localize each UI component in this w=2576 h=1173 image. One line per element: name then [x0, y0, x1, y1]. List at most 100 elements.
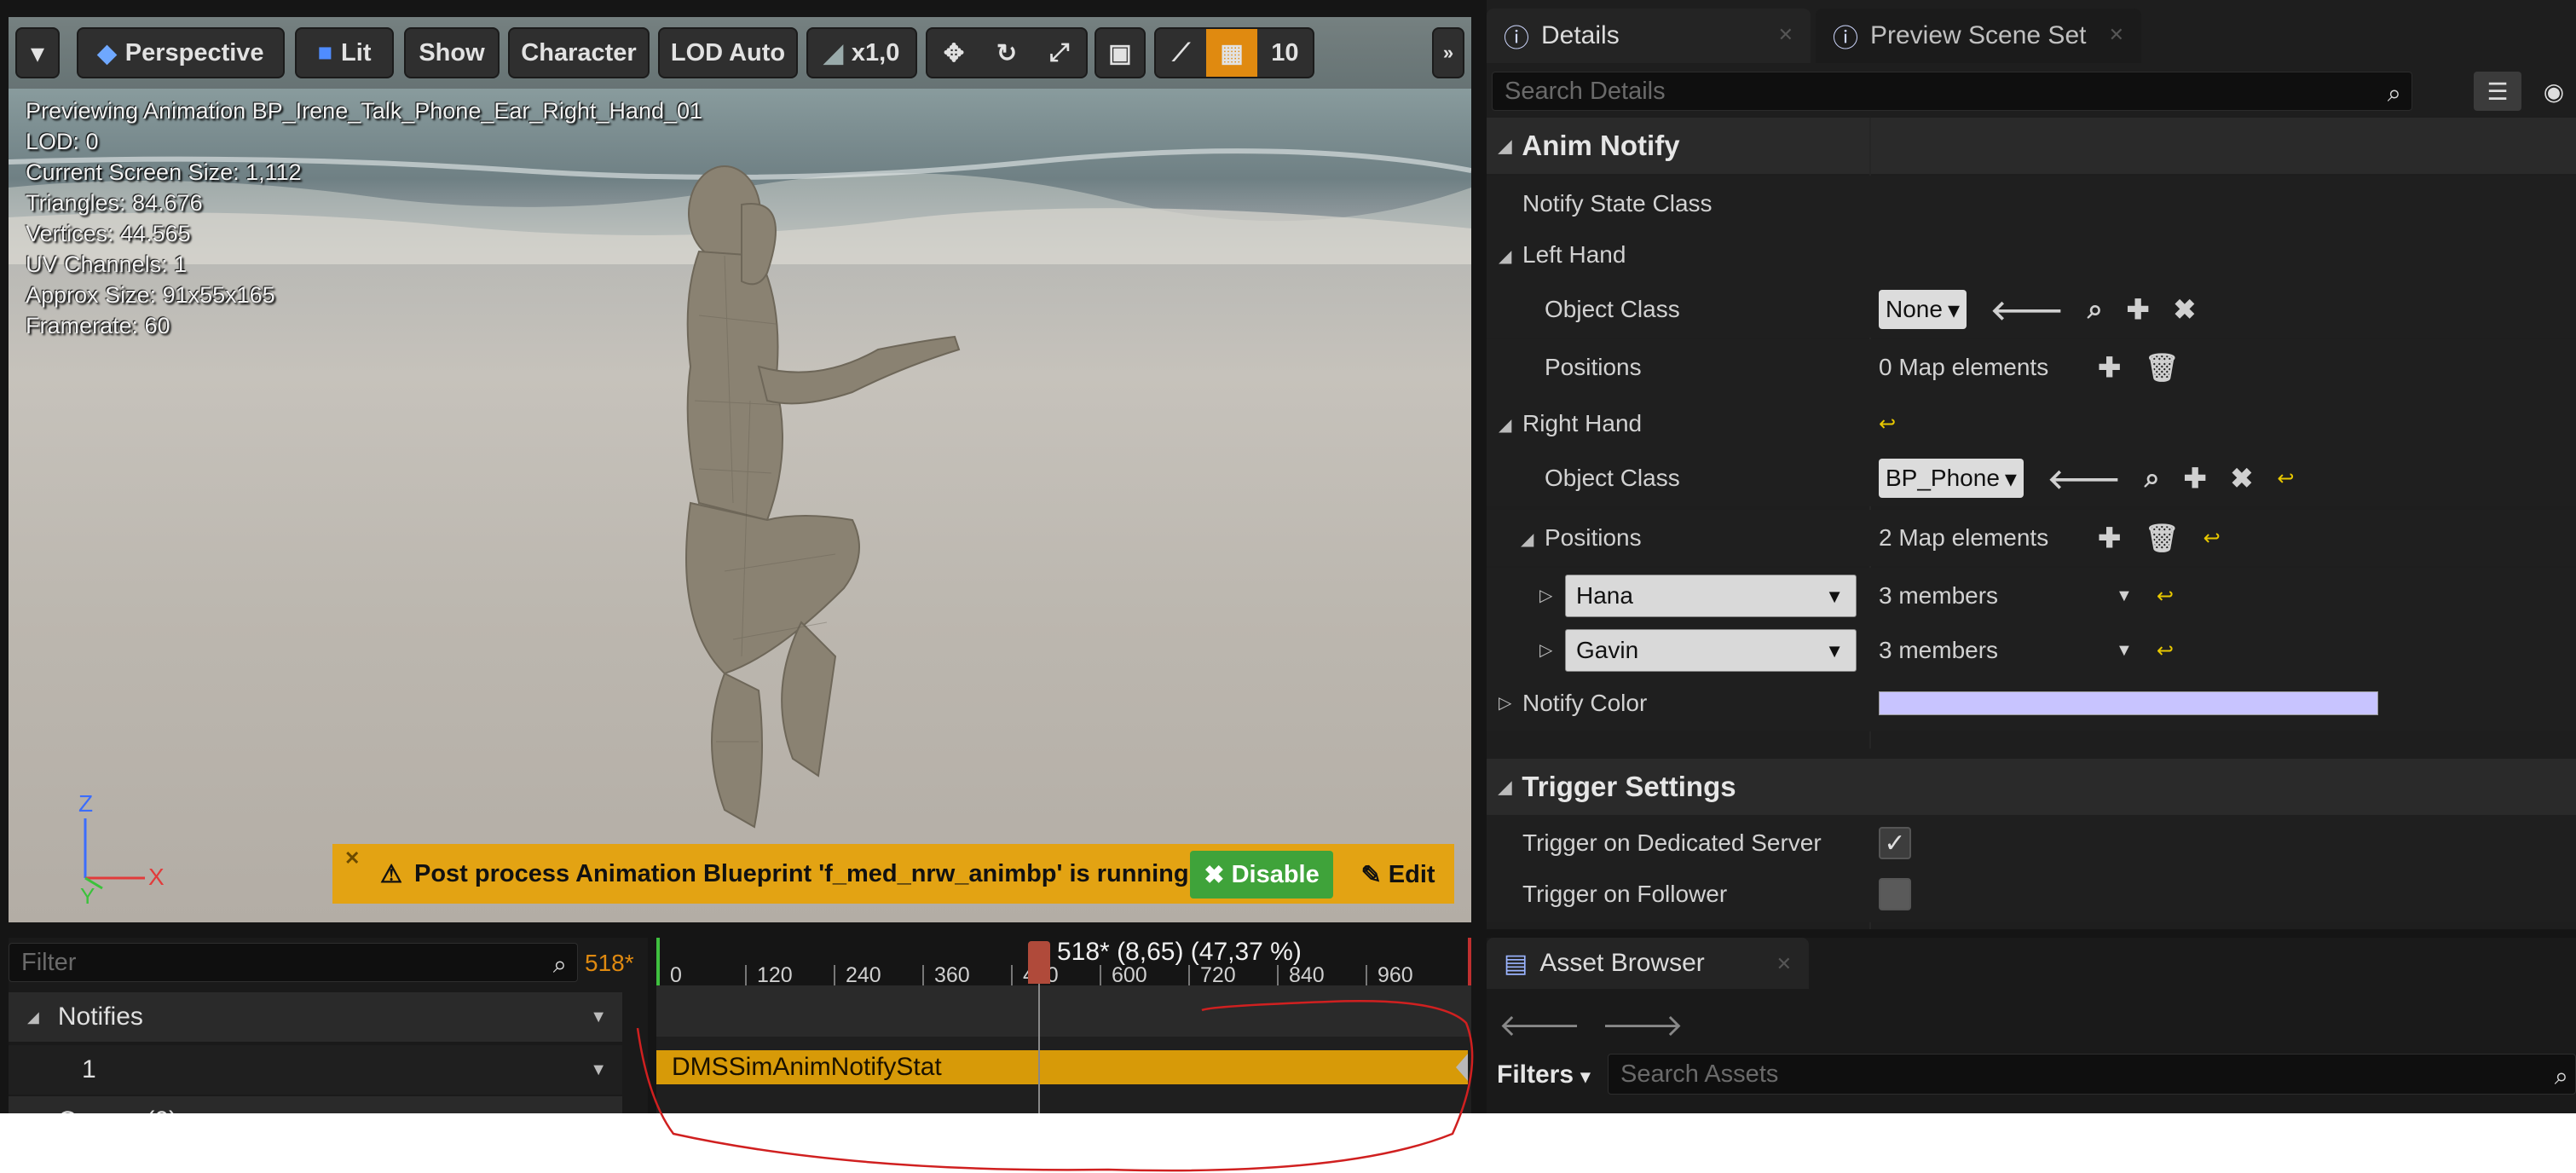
- reset-arrow-icon[interactable]: ↩: [1879, 412, 1896, 436]
- browse-icon[interactable]: ⌕: [2088, 293, 2103, 326]
- details-search-input[interactable]: Search Details ⌕: [1492, 72, 2412, 111]
- map-key-combo[interactable]: Hana ▼: [1565, 575, 1857, 617]
- add-icon[interactable]: ✚: [2098, 351, 2121, 384]
- timeline-ruler[interactable]: 0 120 240 360 480 600 720 840 960 518* (…: [656, 938, 1471, 987]
- animation-viewport[interactable]: ▾ ◆ Perspective ■ Lit Show Character LOD…: [9, 17, 1471, 922]
- arrow-left-icon[interactable]: 🡐: [1990, 293, 2064, 326]
- tab-preview-scene-set[interactable]: ⓘ Preview Scene Set ✕: [1816, 9, 2141, 63]
- trash-icon[interactable]: 🗑: [2145, 351, 2180, 384]
- notify-state-bar[interactable]: DMSSimAnimNotifyStat: [656, 1050, 1468, 1084]
- map-entry-row: ▷ Gavin ▼ 3 members ▼ ↩: [1487, 622, 2576, 679]
- track-curves[interactable]: Curves (0) ▼: [9, 1096, 622, 1113]
- add-icon[interactable]: ✚: [2098, 522, 2121, 554]
- visibility-button[interactable]: ◉: [2532, 72, 2576, 111]
- scrub-handle[interactable]: [1028, 941, 1050, 984]
- timeline-filter-input[interactable]: Filter ⌕: [9, 943, 578, 982]
- grid-snap-group: ⟋ ▦ 10: [1154, 27, 1314, 78]
- transform-tools: ✥ ↻ ⤢: [926, 27, 1088, 78]
- search-icon: ⌕: [2554, 1063, 2568, 1090]
- section-trigger-settings[interactable]: ◢ Trigger Settings: [1487, 759, 2576, 815]
- character-button[interactable]: Character: [508, 27, 650, 78]
- rotate-icon[interactable]: ↻: [980, 38, 1033, 68]
- toolbar-overflow-button[interactable]: »: [1432, 27, 1464, 78]
- show-label: Show: [419, 38, 485, 66]
- chevron-down-icon[interactable]: ▼: [590, 1112, 607, 1114]
- disable-button[interactable]: ✖ Disable: [1190, 851, 1333, 899]
- expand-arrow-icon[interactable]: ▷: [1539, 639, 1552, 661]
- reset-arrow-icon[interactable]: ↩: [2157, 639, 2174, 663]
- scrub-position-label: 518* (8,65) (47,37 %): [1057, 938, 1302, 966]
- trigger-dedicated-server-checkbox[interactable]: ✓: [1879, 827, 1911, 859]
- reset-arrow-icon[interactable]: ↩: [2157, 584, 2174, 609]
- section-anim-notify[interactable]: ◢ Anim Notify: [1487, 118, 2576, 174]
- trigger-dedicated-server-label: Trigger on Dedicated Server: [1522, 829, 1822, 856]
- right-positions-label: Positions: [1545, 524, 1642, 551]
- perspective-button[interactable]: ◆ Perspective: [77, 27, 285, 78]
- tab-asset-browser[interactable]: ▤ Asset Browser ✕: [1487, 938, 1809, 989]
- arrow-left-icon[interactable]: 🡐: [2048, 462, 2121, 495]
- row-right-hand[interactable]: ◢ Right Hand ↩: [1487, 396, 2576, 452]
- chevron-down-icon[interactable]: ▼: [590, 1060, 607, 1080]
- timeline-filter-placeholder: Filter: [21, 949, 77, 976]
- chevron-down-icon: ▼: [1825, 640, 1844, 662]
- lod-label: LOD Auto: [670, 38, 786, 66]
- scale-icon[interactable]: ⤢: [1033, 39, 1086, 67]
- filters-button[interactable]: Filters ▾: [1497, 1060, 1590, 1089]
- back-arrow-icon[interactable]: 🡐: [1499, 1006, 1581, 1043]
- clear-icon[interactable]: ✖: [2231, 462, 2254, 494]
- reset-arrow-icon[interactable]: ↩: [2277, 466, 2294, 491]
- notify-end-handle[interactable]: [1456, 1054, 1468, 1081]
- map-entry-count: 3 members: [1879, 582, 1999, 609]
- close-tab-icon[interactable]: ✕: [1776, 953, 1792, 975]
- clear-icon[interactable]: ✖: [2174, 293, 2197, 326]
- close-tab-icon[interactable]: ✕: [1778, 24, 1793, 46]
- grid-icon[interactable]: ▦: [1206, 29, 1257, 77]
- right-object-class-combo[interactable]: BP_Phone ▾: [1879, 459, 2024, 498]
- left-object-class-combo[interactable]: None ▾: [1879, 290, 1967, 329]
- edit-button[interactable]: ✎ Edit: [1347, 851, 1449, 899]
- expand-arrow-icon[interactable]: ▷: [1499, 692, 1511, 714]
- asset-browser-panel: ▤ Asset Browser ✕ 🡐 🡒 Filters ▾ Search A…: [1487, 938, 2576, 1113]
- asset-search-placeholder: Search Assets: [1620, 1060, 1779, 1088]
- expand-arrow-icon[interactable]: ▷: [1539, 585, 1552, 606]
- row-right-positions[interactable]: ◢ Positions 2 Map elements ✚ 🗑 ↩: [1487, 510, 2576, 566]
- lit-button[interactable]: ■ Lit: [295, 27, 394, 78]
- notify-state-class-label: Notify State Class: [1522, 190, 1713, 217]
- chevron-down-icon[interactable]: ▼: [2116, 641, 2133, 661]
- trigger-follower-label: Trigger on Follower: [1522, 881, 1728, 907]
- tab-details[interactable]: ⓘ Details ✕: [1487, 9, 1811, 63]
- trigger-follower-checkbox[interactable]: [1879, 878, 1911, 910]
- add-icon[interactable]: ✚: [2184, 462, 2207, 494]
- forward-arrow-icon[interactable]: 🡒: [1602, 1006, 1684, 1043]
- right-positions-value: 2 Map elements ✚ 🗑 ↩: [1879, 510, 2221, 566]
- move-icon[interactable]: ✥: [927, 38, 980, 68]
- view-options-button[interactable]: ☰: [2474, 72, 2521, 111]
- chevron-down-icon[interactable]: ▼: [2116, 586, 2133, 606]
- browse-icon[interactable]: ⌕: [2145, 462, 2160, 494]
- close-tab-icon[interactable]: ✕: [2109, 24, 2124, 46]
- add-icon[interactable]: ✚: [2127, 293, 2150, 326]
- trash-icon[interactable]: 🗑: [2145, 522, 2180, 554]
- camera-button[interactable]: ▣: [1095, 27, 1146, 78]
- reset-arrow-icon[interactable]: ↩: [2203, 526, 2221, 551]
- tick-label: 240: [846, 963, 881, 987]
- playback-speed-button[interactable]: ◢ x1,0: [806, 27, 917, 78]
- row-left-hand[interactable]: ◢ Left Hand: [1487, 227, 2576, 283]
- lod-button[interactable]: LOD Auto: [658, 27, 798, 78]
- timeline-area[interactable]: 0 120 240 360 480 600 720 840 960 518* (…: [656, 938, 1471, 1113]
- surface-snap-icon[interactable]: ⟋: [1156, 39, 1206, 67]
- track-notify-1[interactable]: 1 ▼: [9, 1045, 622, 1095]
- map-key-combo[interactable]: Gavin ▼: [1565, 629, 1857, 672]
- tab-preview-scene-label: Preview Scene Set: [1870, 21, 2087, 49]
- grid-size-value[interactable]: 10: [1257, 39, 1313, 67]
- asset-search-input[interactable]: Search Assets ⌕: [1608, 1054, 2576, 1095]
- dismiss-warning-icon[interactable]: ✕: [344, 847, 360, 870]
- asset-history-nav: 🡐 🡒: [1499, 1006, 1684, 1043]
- chevron-down-icon[interactable]: ▼: [590, 1008, 607, 1027]
- track-notifies[interactable]: ◢ Notifies ▼: [9, 992, 622, 1042]
- notify-color-value: [1879, 675, 2378, 731]
- notify-color-swatch[interactable]: [1879, 691, 2378, 715]
- viewport-options-button[interactable]: ▾: [15, 27, 60, 78]
- show-button[interactable]: Show: [404, 27, 500, 78]
- axis-x-label: X: [148, 864, 165, 890]
